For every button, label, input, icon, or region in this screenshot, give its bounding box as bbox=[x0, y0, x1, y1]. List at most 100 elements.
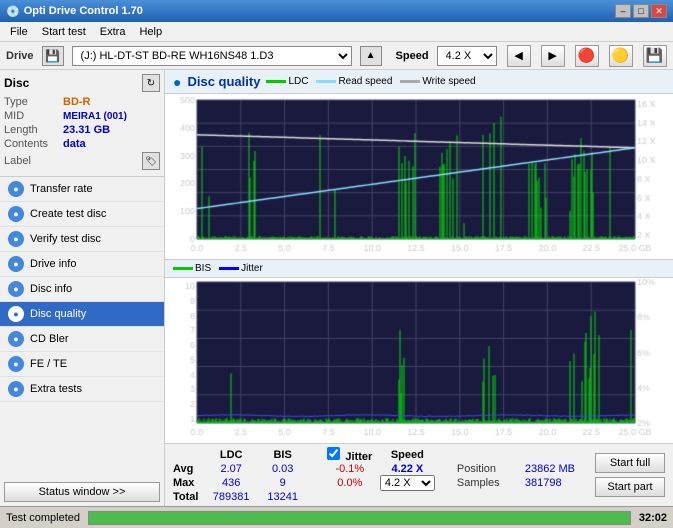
jitter-checkbox[interactable] bbox=[327, 447, 340, 460]
drive-label: Drive bbox=[6, 50, 34, 62]
menu-bar: File Start test Extra Help bbox=[0, 22, 673, 42]
bis-legend-color bbox=[173, 267, 193, 270]
next-speed-button[interactable]: ▶ bbox=[541, 45, 565, 67]
menu-start-test[interactable]: Start test bbox=[36, 25, 92, 39]
disc-quality-icon: ● bbox=[8, 306, 24, 322]
disc-quality-header-icon: ● bbox=[173, 74, 181, 90]
position-value: 23862 MB bbox=[525, 463, 591, 475]
sidebar-item-disc-quality[interactable]: ● Disc quality bbox=[0, 302, 164, 327]
content-header: ● Disc quality LDC Read speed Write spee… bbox=[165, 70, 673, 94]
disc-refresh-button[interactable]: ↻ bbox=[142, 74, 160, 92]
drive-row: Drive 💾 (J:) HL-DT-ST BD-RE WH16NS48 1.D… bbox=[0, 42, 673, 70]
sidebar-item-drive-info[interactable]: ● Drive info bbox=[0, 252, 164, 277]
ldc-max: 436 bbox=[205, 475, 257, 491]
time-text: 32:02 bbox=[639, 512, 667, 524]
color-button2[interactable]: 🟡 bbox=[609, 45, 633, 67]
upper-chart bbox=[165, 94, 673, 259]
length-value: 23.31 GB bbox=[63, 124, 110, 136]
type-value: BD-R bbox=[63, 96, 91, 108]
drive-select[interactable]: (J:) HL-DT-ST BD-RE WH16NS48 1.D3 bbox=[72, 46, 352, 66]
stats-table: LDC BIS Jitter Speed Avg bbox=[173, 447, 591, 503]
fe-te-icon: ● bbox=[8, 356, 24, 372]
label-icon-button[interactable]: 🏷 bbox=[142, 152, 160, 170]
maximize-button[interactable]: □ bbox=[633, 4, 649, 18]
extra-tests-icon: ● bbox=[8, 381, 24, 397]
stats-area: LDC BIS Jitter Speed Avg bbox=[165, 443, 673, 506]
nav-label-create-test-disc: Create test disc bbox=[30, 208, 106, 220]
speed-select2[interactable]: 4.2 X bbox=[380, 475, 435, 491]
start-full-button[interactable]: Start full bbox=[595, 453, 665, 473]
sidebar-item-extra-tests[interactable]: ● Extra tests bbox=[0, 377, 164, 402]
speed-header: Speed bbox=[378, 447, 436, 463]
bis-legend-label: BIS bbox=[195, 263, 211, 274]
menu-help[interactable]: Help bbox=[133, 25, 168, 39]
start-part-button[interactable]: Start part bbox=[595, 477, 665, 497]
status-window-button[interactable]: Status window >> bbox=[4, 482, 160, 502]
speed-select[interactable]: 4.2 X bbox=[437, 46, 497, 66]
avg-label: Avg bbox=[173, 463, 205, 475]
jitter-max: 0.0% bbox=[321, 475, 378, 491]
lower-chart bbox=[165, 278, 673, 443]
sidebar-item-create-test-disc[interactable]: ● Create test disc bbox=[0, 202, 164, 227]
sidebar-item-fe-te[interactable]: ● FE / TE bbox=[0, 352, 164, 377]
status-text: Test completed bbox=[6, 512, 80, 524]
menu-extra[interactable]: Extra bbox=[94, 25, 132, 39]
prev-speed-button[interactable]: ◀ bbox=[507, 45, 531, 67]
sidebar-item-cd-bler[interactable]: ● CD Bler bbox=[0, 327, 164, 352]
position-label: Position bbox=[457, 463, 525, 475]
read-speed-legend-color bbox=[316, 80, 336, 83]
bis-total: 13241 bbox=[257, 491, 308, 503]
chart-area: BIS Jitter bbox=[165, 94, 673, 443]
speed-value: 4.22 X bbox=[378, 463, 436, 475]
sidebar-item-disc-info[interactable]: ● Disc info bbox=[0, 277, 164, 302]
lower-chart-header: BIS Jitter bbox=[165, 260, 673, 278]
nav-items: ● Transfer rate ● Create test disc ● Ver… bbox=[0, 177, 164, 402]
type-label: Type bbox=[4, 96, 59, 108]
ldc-total: 789381 bbox=[205, 491, 257, 503]
nav-label-transfer-rate: Transfer rate bbox=[30, 183, 93, 195]
bis-jitter-legend: BIS Jitter bbox=[173, 263, 263, 274]
sidebar-item-verify-test-disc[interactable]: ● Verify test disc bbox=[0, 227, 164, 252]
ldc-avg: 2.07 bbox=[205, 463, 257, 475]
content-title: Disc quality bbox=[187, 74, 260, 89]
eject-button[interactable]: ▲ bbox=[360, 46, 382, 66]
progress-bar-container bbox=[88, 511, 631, 525]
nav-label-extra-tests: Extra tests bbox=[30, 383, 82, 395]
color-button1[interactable]: 🔴 bbox=[575, 45, 599, 67]
nav-label-cd-bler: CD Bler bbox=[30, 333, 69, 345]
ldc-header: LDC bbox=[205, 447, 257, 463]
upper-chart-container bbox=[165, 94, 673, 260]
jitter-legend-label: Jitter bbox=[241, 263, 263, 274]
mid-label: MID bbox=[4, 110, 59, 122]
disc-section: Disc ↻ Type BD-R MID MEIRA1 (001) Length… bbox=[0, 70, 164, 177]
cd-bler-icon: ● bbox=[8, 331, 24, 347]
max-label: Max bbox=[173, 475, 205, 491]
menu-file[interactable]: File bbox=[4, 25, 34, 39]
ldc-legend-color bbox=[266, 80, 286, 83]
legend: LDC Read speed Write speed bbox=[266, 76, 475, 87]
jitter-header: Jitter bbox=[345, 451, 372, 463]
action-buttons: Start full Start part bbox=[595, 453, 665, 497]
contents-label: Contents bbox=[4, 138, 59, 150]
transfer-rate-icon: ● bbox=[8, 181, 24, 197]
sidebar-item-transfer-rate[interactable]: ● Transfer rate bbox=[0, 177, 164, 202]
progress-bar bbox=[89, 512, 630, 524]
samples-value: 381798 bbox=[525, 475, 591, 491]
contents-value: data bbox=[63, 138, 86, 150]
sidebar: Disc ↻ Type BD-R MID MEIRA1 (001) Length… bbox=[0, 70, 165, 506]
drive-info-icon: ● bbox=[8, 256, 24, 272]
save-button[interactable]: 💾 bbox=[643, 45, 667, 67]
verify-test-disc-icon: ● bbox=[8, 231, 24, 247]
close-button[interactable]: ✕ bbox=[651, 4, 667, 18]
samples-label: Samples bbox=[457, 475, 525, 491]
minimize-button[interactable]: – bbox=[615, 4, 631, 18]
lower-chart-container bbox=[165, 278, 673, 443]
nav-label-drive-info: Drive info bbox=[30, 258, 76, 270]
bis-header: BIS bbox=[257, 447, 308, 463]
nav-label-disc-info: Disc info bbox=[30, 283, 72, 295]
ldc-legend-label: LDC bbox=[288, 76, 308, 87]
app-title: Opti Drive Control 1.70 bbox=[24, 5, 143, 17]
disc-title: Disc bbox=[4, 76, 29, 90]
label-label: Label bbox=[4, 155, 59, 167]
nav-label-verify-test-disc: Verify test disc bbox=[30, 233, 101, 245]
